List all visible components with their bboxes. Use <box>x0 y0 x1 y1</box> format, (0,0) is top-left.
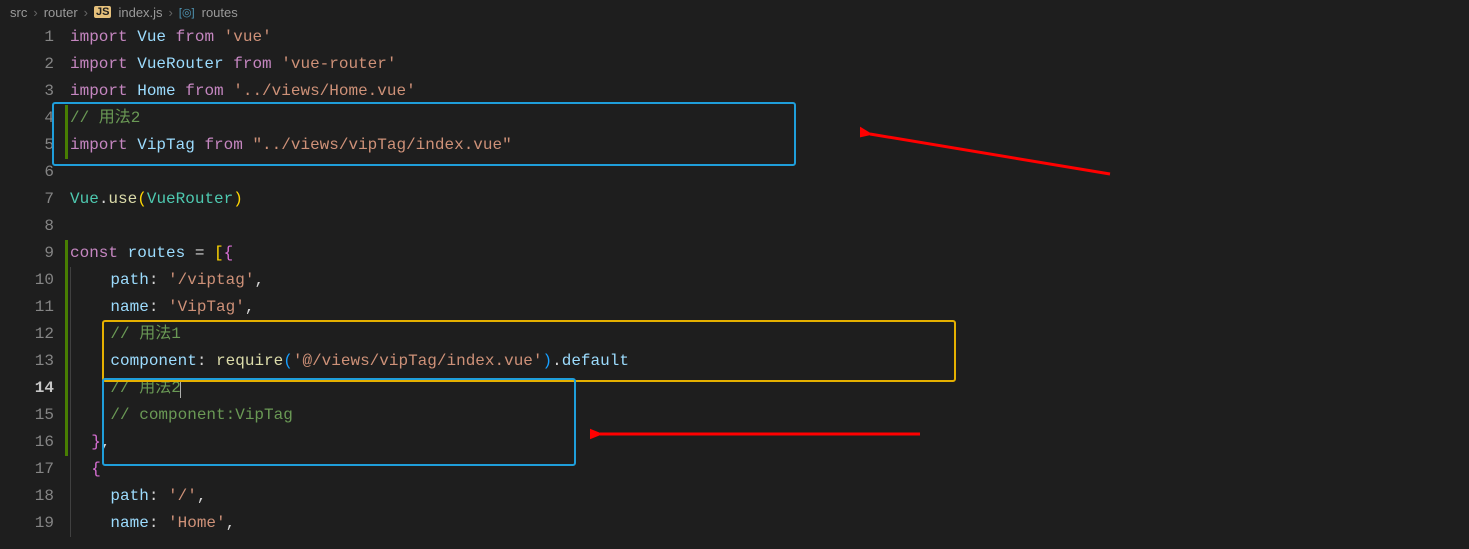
code-line[interactable]: path: '/', <box>70 483 1469 510</box>
crumb-router[interactable]: router <box>44 5 78 20</box>
git-modified-indicator <box>65 429 68 456</box>
code-editor[interactable]: 1 2 3 4 5 6 7 8 9 10 11 12 13 14 15 16 1… <box>0 24 1469 549</box>
code-line[interactable]: // 用法2 <box>70 375 1469 402</box>
line-number: 17 <box>0 456 54 483</box>
code-line[interactable]: name: 'Home', <box>70 510 1469 537</box>
git-modified-indicator <box>65 240 68 267</box>
code-line[interactable]: import VueRouter from 'vue-router' <box>70 51 1469 78</box>
array-symbol-icon: [◎] <box>179 6 195 19</box>
code-line[interactable]: path: '/viptag', <box>70 267 1469 294</box>
line-number: 4 <box>0 105 54 132</box>
breadcrumbs[interactable]: src › router › JS index.js › [◎] routes <box>0 0 1469 24</box>
code-line[interactable] <box>70 213 1469 240</box>
code-line[interactable]: component: require('@/views/vipTag/index… <box>70 348 1469 375</box>
code-line[interactable]: // component:VipTag <box>70 402 1469 429</box>
chevron-right-icon: › <box>33 5 37 20</box>
code-content[interactable]: import Vue from 'vue' import VueRouter f… <box>70 24 1469 549</box>
line-number: 18 <box>0 483 54 510</box>
js-file-icon: JS <box>94 6 111 18</box>
line-number: 7 <box>0 186 54 213</box>
text-cursor <box>180 378 181 398</box>
line-number: 12 <box>0 321 54 348</box>
git-modified-indicator <box>65 321 68 348</box>
line-number: 5 <box>0 132 54 159</box>
code-line[interactable]: const routes = [{ <box>70 240 1469 267</box>
line-number: 19 <box>0 510 54 537</box>
line-number: 11 <box>0 294 54 321</box>
git-modified-indicator <box>65 294 68 321</box>
chevron-right-icon: › <box>84 5 88 20</box>
crumb-symbol[interactable]: routes <box>202 5 238 20</box>
line-number: 13 <box>0 348 54 375</box>
code-line[interactable]: import Home from '../views/Home.vue' <box>70 78 1469 105</box>
code-line[interactable]: }, <box>70 429 1469 456</box>
line-number-current: 14 <box>0 375 54 402</box>
line-number: 16 <box>0 429 54 456</box>
code-line[interactable]: // 用法1 <box>70 321 1469 348</box>
git-modified-indicator <box>65 375 68 402</box>
code-line[interactable] <box>70 159 1469 186</box>
git-modified-indicator <box>65 105 68 132</box>
crumb-file[interactable]: index.js <box>118 5 162 20</box>
chevron-right-icon: › <box>169 5 173 20</box>
code-line[interactable]: import Vue from 'vue' <box>70 24 1469 51</box>
crumb-src[interactable]: src <box>10 5 27 20</box>
git-modified-indicator <box>65 348 68 375</box>
line-number: 2 <box>0 51 54 78</box>
line-number-gutter: 1 2 3 4 5 6 7 8 9 10 11 12 13 14 15 16 1… <box>0 24 70 549</box>
code-line[interactable]: import VipTag from "../views/vipTag/inde… <box>70 132 1469 159</box>
line-number: 9 <box>0 240 54 267</box>
git-modified-indicator <box>65 132 68 159</box>
git-modified-indicator <box>65 267 68 294</box>
line-number: 6 <box>0 159 54 186</box>
line-number: 15 <box>0 402 54 429</box>
code-line[interactable]: name: 'VipTag', <box>70 294 1469 321</box>
code-line[interactable]: Vue.use(VueRouter) <box>70 186 1469 213</box>
code-line[interactable]: // 用法2 <box>70 105 1469 132</box>
code-line[interactable]: { <box>70 456 1469 483</box>
line-number: 3 <box>0 78 54 105</box>
git-modified-indicator <box>65 402 68 429</box>
line-number: 8 <box>0 213 54 240</box>
line-number: 1 <box>0 24 54 51</box>
line-number: 10 <box>0 267 54 294</box>
